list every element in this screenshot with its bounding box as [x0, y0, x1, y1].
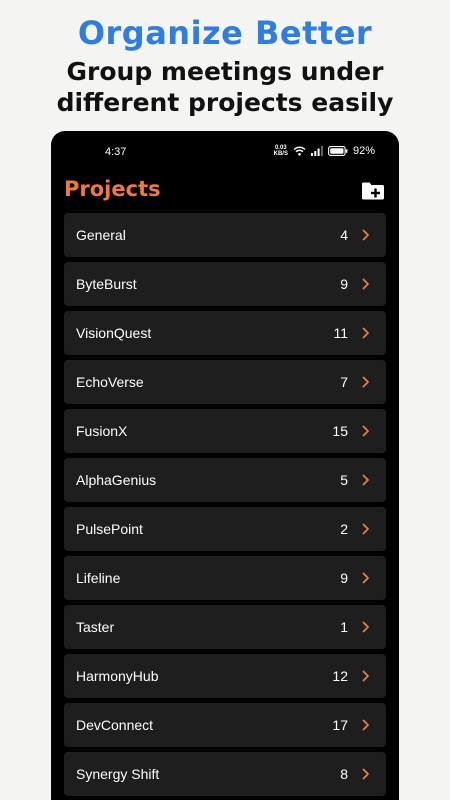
- project-row[interactable]: Taster 1: [64, 605, 386, 649]
- meeting-count: 4: [340, 227, 348, 243]
- network-speed-unit: KB/S: [273, 151, 288, 157]
- meeting-count: 8: [340, 766, 348, 782]
- promo-subline: Group meetings under different projects …: [0, 56, 450, 118]
- project-name: Synergy Shift: [76, 766, 160, 782]
- chevron-right-icon: [362, 327, 369, 339]
- header: Projects: [64, 177, 386, 207]
- meeting-count: 1: [340, 619, 348, 635]
- project-row[interactable]: AlphaGenius 5: [64, 458, 386, 502]
- chevron-right-icon: [362, 670, 369, 682]
- meeting-count: 9: [340, 276, 348, 292]
- promo-subline-line-2: different projects easily: [56, 88, 394, 117]
- project-row[interactable]: VisionQuest 11: [64, 311, 386, 355]
- project-row[interactable]: Lifeline 9: [64, 556, 386, 600]
- status-bar: 4:37 0.03 KB/S 92%: [51, 145, 399, 161]
- meeting-count: 15: [332, 423, 348, 439]
- meeting-count: 7: [340, 374, 348, 390]
- project-row[interactable]: PulsePoint 2: [64, 507, 386, 551]
- project-row[interactable]: FusionX 15: [64, 409, 386, 453]
- page-title: Projects: [64, 177, 161, 201]
- project-row[interactable]: EchoVerse 7: [64, 360, 386, 404]
- meeting-count: 5: [340, 472, 348, 488]
- meeting-count: 17: [332, 717, 348, 733]
- battery-icon: [328, 146, 348, 156]
- status-time: 4:37: [105, 146, 127, 158]
- phone-screen: 4:37 0.03 KB/S 92% Projects General 4 By…: [51, 131, 399, 800]
- promo-subline-line-1: Group meetings under: [66, 57, 384, 86]
- promo-headline: Organize Better: [77, 14, 373, 52]
- chevron-right-icon: [362, 278, 369, 290]
- network-speed: 0.03 KB/S: [274, 145, 288, 157]
- battery-percent: 92%: [352, 145, 375, 157]
- project-list: General 4 ByteBurst 9 VisionQuest 11 EchoVerse…: [64, 213, 386, 800]
- meeting-count: 12: [332, 668, 348, 684]
- chevron-right-icon: [362, 719, 369, 731]
- chevron-right-icon: [362, 474, 369, 486]
- folder-plus-icon[interactable]: [361, 181, 385, 201]
- project-name: Taster: [76, 619, 115, 635]
- cellular-signal-icon: [310, 146, 323, 156]
- project-name: VisionQuest: [76, 325, 152, 341]
- project-row[interactable]: Synergy Shift 8: [64, 752, 386, 796]
- chevron-right-icon: [362, 621, 369, 633]
- project-name: ByteBurst: [76, 276, 137, 292]
- project-row[interactable]: ByteBurst 9: [64, 262, 386, 306]
- project-name: DevConnect: [76, 717, 154, 733]
- meeting-count: 9: [340, 570, 348, 586]
- project-name: EchoVerse: [76, 374, 144, 390]
- chevron-right-icon: [362, 229, 369, 241]
- chevron-right-icon: [362, 376, 369, 388]
- chevron-right-icon: [362, 572, 369, 584]
- chevron-right-icon: [362, 523, 369, 535]
- project-name: FusionX: [76, 423, 128, 439]
- wifi-icon: [293, 146, 306, 156]
- status-indicators: 0.03 KB/S 92%: [274, 145, 375, 157]
- project-row[interactable]: HarmonyHub 12: [64, 654, 386, 698]
- meeting-count: 2: [340, 521, 348, 537]
- project-name: HarmonyHub: [76, 668, 159, 684]
- project-name: AlphaGenius: [76, 472, 157, 488]
- project-row[interactable]: DevConnect 17: [64, 703, 386, 747]
- meeting-count: 11: [333, 325, 348, 341]
- project-name: PulsePoint: [76, 521, 143, 537]
- project-name: Lifeline: [76, 570, 121, 586]
- chevron-right-icon: [362, 768, 369, 780]
- chevron-right-icon: [362, 425, 369, 437]
- project-row[interactable]: General 4: [64, 213, 386, 257]
- project-name: General: [76, 227, 126, 243]
